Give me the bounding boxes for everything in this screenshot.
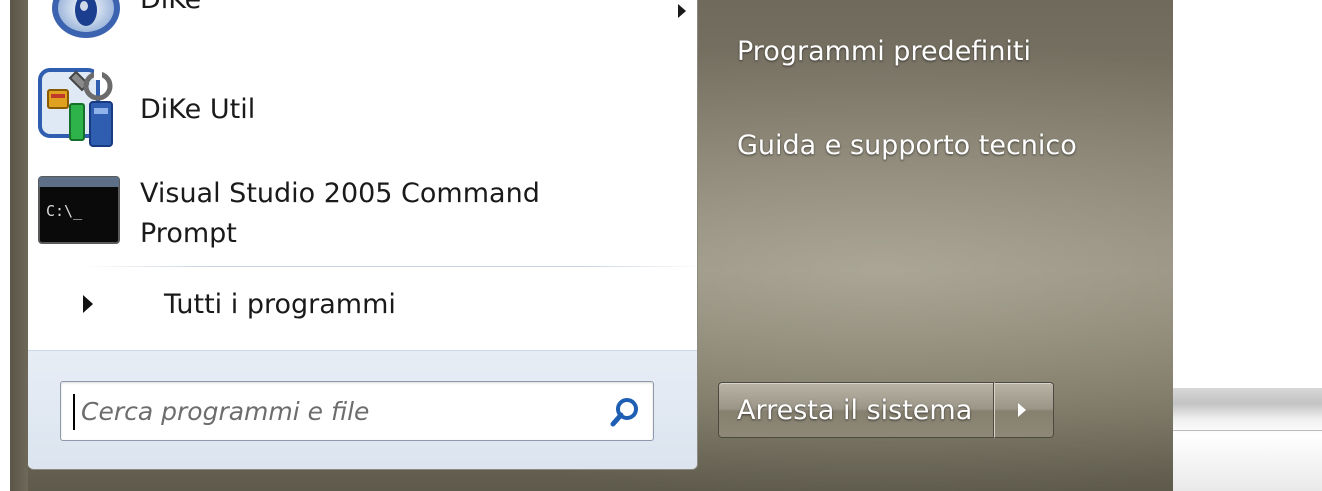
program-label-vs-line1: Visual Studio 2005 Command [140, 178, 540, 209]
program-label-vs-line2: Prompt [140, 218, 237, 249]
shutdown-group: Arresta il sistema [718, 382, 1056, 438]
search-area [28, 350, 697, 469]
default-programs-link[interactable]: Programmi predefiniti [737, 32, 1031, 72]
program-item-dike-util[interactable]: DiKe Util [28, 62, 668, 152]
help-and-support-link[interactable]: Guida e supporto tecnico [737, 126, 1077, 166]
start-menu-left-border [10, 0, 28, 491]
command-prompt-icon: C:\_ [38, 176, 120, 244]
shutdown-button[interactable]: Arresta il sistema [718, 382, 994, 438]
dike-eye-icon [52, 0, 120, 38]
shutdown-options-button[interactable] [994, 382, 1054, 438]
dike-util-tools-icon [38, 68, 113, 147]
program-item-dike[interactable]: DiKe [28, 0, 686, 52]
expand-arrow-icon [83, 295, 93, 313]
program-item-vs-command-prompt[interactable]: C:\_ Visual Studio 2005 Command Prompt [28, 168, 668, 258]
desktop-divider [1173, 430, 1322, 431]
program-label-dike: DiKe [140, 0, 201, 20]
programs-separator [83, 266, 697, 267]
text-caret [73, 394, 75, 430]
program-label-dike-util: DiKe Util [140, 94, 256, 125]
all-programs-label: Tutti i programmi [164, 289, 396, 320]
programs-panel: DiKe DiKe Util C:\_ Visual Studio 2005 C… [28, 0, 698, 470]
search-icon[interactable] [609, 396, 641, 428]
chevron-right-icon [1018, 403, 1026, 417]
submenu-arrow-icon [678, 4, 686, 18]
shutdown-label: Arresta il sistema [737, 395, 973, 426]
all-programs-button[interactable]: Tutti i programmi [28, 285, 688, 330]
command-prompt-icon-text: C:\_ [46, 202, 83, 220]
search-input[interactable] [81, 388, 581, 434]
search-box[interactable] [60, 381, 654, 441]
desktop-background [1173, 388, 1322, 491]
